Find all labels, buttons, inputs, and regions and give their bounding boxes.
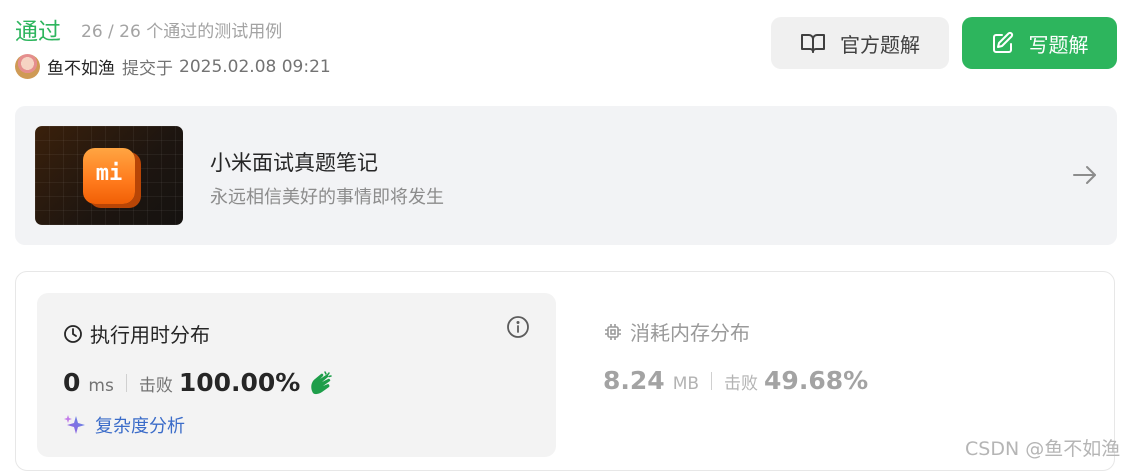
write-solution-label: 写题解 <box>1028 32 1089 57</box>
runtime-header: 执行用时分布 <box>63 319 210 348</box>
memory-beat-label: 击败 <box>724 374 759 394</box>
official-solution-button[interactable]: 官方题解 <box>771 17 949 69</box>
submission-info: 鱼不如渔 提交于 2025.02.08 09:21 <box>15 54 331 79</box>
official-solution-label: 官方题解 <box>840 32 920 57</box>
edit-icon <box>991 31 1015 55</box>
complexity-analysis-link[interactable]: 复杂度分析 <box>63 412 185 438</box>
status-title: 通过 <box>15 19 61 45</box>
avatar[interactable] <box>15 54 40 79</box>
runtime-values: 0 ms 击败 100.00% <box>63 368 334 397</box>
stats-card: 执行用时分布 0 ms 击败 100.00% 复杂度分析 消耗内存分布 8.24… <box>15 271 1115 471</box>
promo-card[interactable]: mi 小米面试真题笔记 永远相信美好的事情即将发生 <box>15 106 1117 245</box>
promo-image: mi <box>35 126 183 225</box>
book-icon <box>800 32 826 54</box>
memory-title: 消耗内存分布 <box>630 321 750 345</box>
xiaomi-logo-text: mi <box>95 161 123 186</box>
memory-header[interactable]: 消耗内存分布 <box>603 317 750 346</box>
submitted-label: 提交于 <box>122 59 173 79</box>
complexity-label: 复杂度分析 <box>95 416 185 437</box>
submitted-time: 2025.02.08 09:21 <box>179 56 331 77</box>
runtime-panel[interactable]: 执行用时分布 0 ms 击败 100.00% 复杂度分析 <box>37 293 556 457</box>
testcases-passed: 26 / 26 个通过的测试用例 <box>81 22 283 42</box>
runtime-beat-label: 击败 <box>138 376 173 396</box>
clap-icon <box>308 370 334 396</box>
promo-subtitle: 永远相信美好的事情即将发生 <box>210 187 444 208</box>
promo-title: 小米面试真题笔记 <box>210 151 378 175</box>
divider <box>125 373 127 392</box>
arrow-right-icon[interactable] <box>1072 164 1098 186</box>
username[interactable]: 鱼不如渔 <box>47 54 115 79</box>
memory-beat-value: 49.68% <box>764 366 869 395</box>
runtime-unit: ms <box>88 376 114 396</box>
memory-value: 8.24 <box>603 366 665 395</box>
runtime-beat-value: 100.00% <box>178 368 301 397</box>
clock-icon <box>63 324 83 344</box>
watermark: CSDN @鱼不如渔 <box>965 438 1121 460</box>
memory-values: 8.24 MB 击败 49.68% <box>603 366 868 395</box>
write-solution-button[interactable]: 写题解 <box>962 17 1117 69</box>
memory-unit: MB <box>672 374 700 394</box>
sparkle-icon <box>63 413 87 437</box>
info-icon[interactable] <box>506 315 530 343</box>
runtime-value: 0 <box>63 368 81 397</box>
xiaomi-logo: mi <box>83 148 135 204</box>
divider <box>711 371 713 390</box>
runtime-title: 执行用时分布 <box>90 323 210 347</box>
chip-icon <box>603 322 623 342</box>
